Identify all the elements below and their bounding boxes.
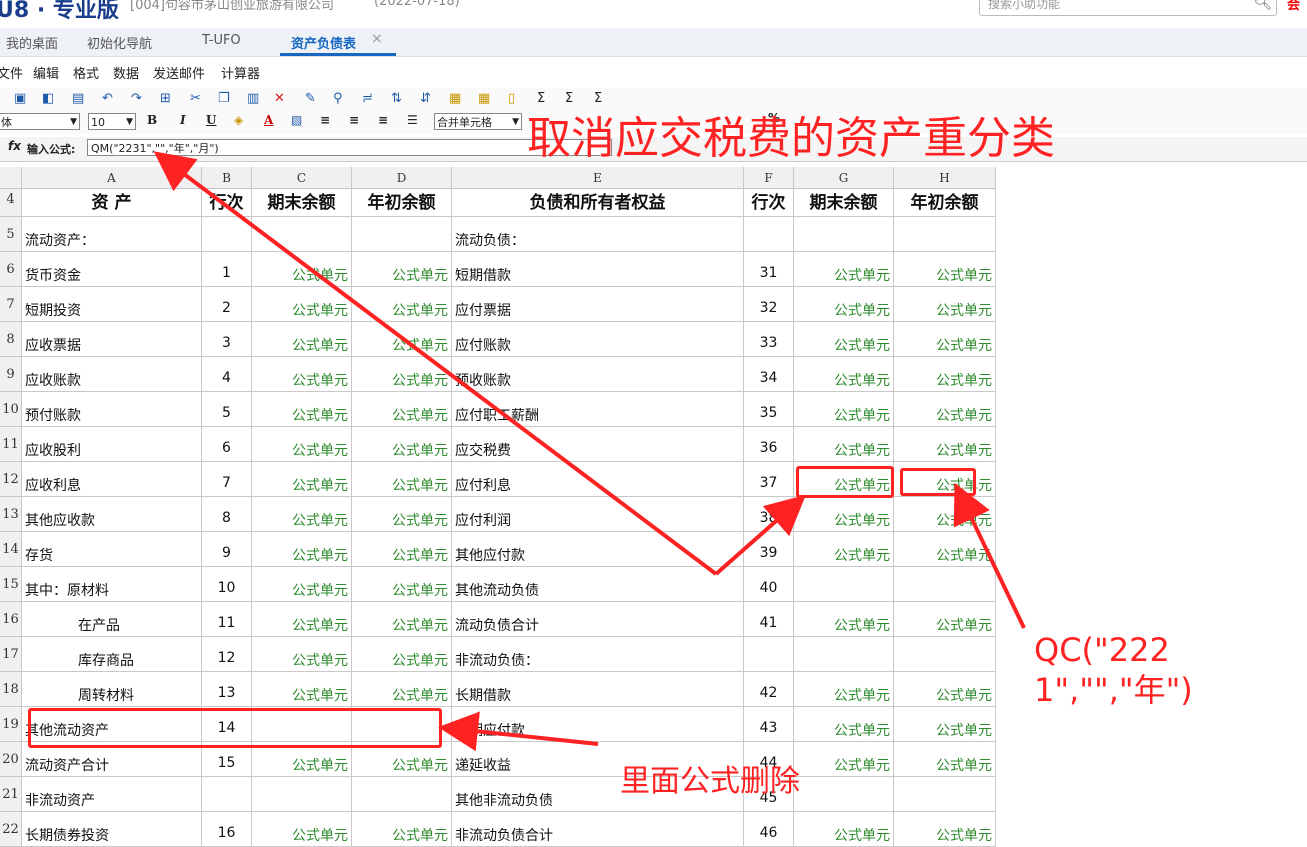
arrow-to-h-cell: [953, 482, 1026, 629]
arrow-to-formula-bar: [153, 151, 718, 576]
arrow-to-g-cell: [714, 494, 807, 576]
annotation-delete-note: 里面公式删除: [620, 764, 800, 799]
highlight-box-row19: [28, 708, 442, 748]
highlight-box-g12: [796, 466, 894, 498]
arrow-to-other-current-assets: [438, 711, 599, 752]
annotation-qc-formula: QC("2221","","年"): [1034, 631, 1193, 709]
highlight-box-h12: [900, 468, 976, 496]
annotation-title: 取消应交税费的资产重分类: [527, 113, 1055, 164]
